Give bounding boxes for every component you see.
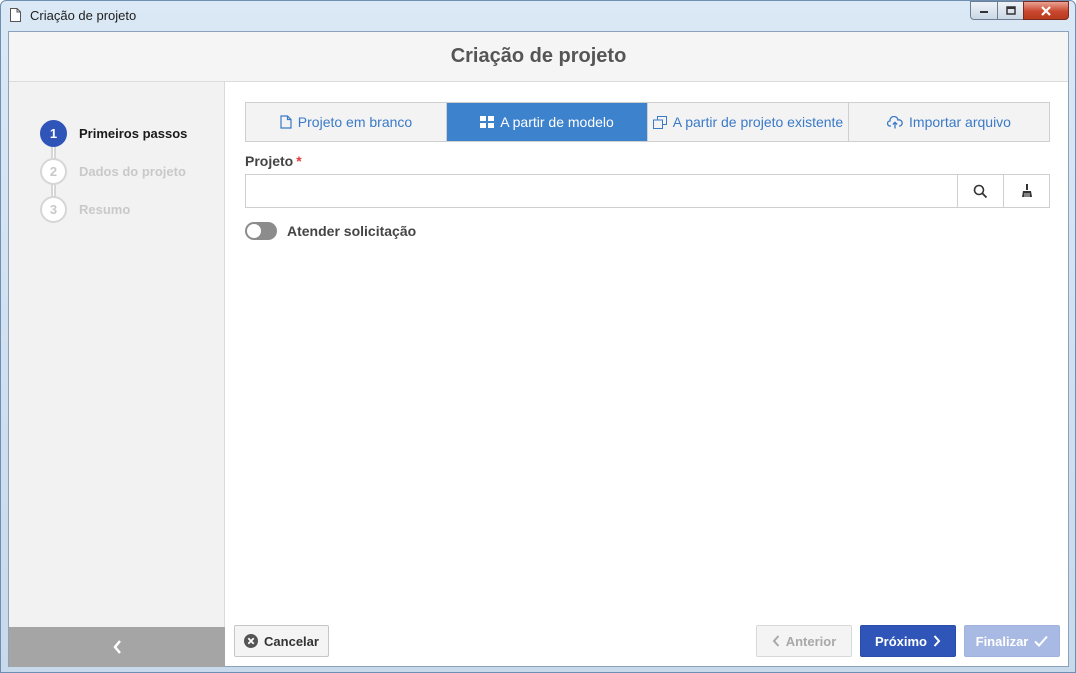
atender-solicitacao-toggle[interactable] [245,222,277,240]
project-field-label: Projeto * [245,153,1050,169]
tab-label: A partir de modelo [500,114,614,130]
document-icon [280,115,292,129]
close-button[interactable] [1023,1,1069,20]
toggle-label: Atender solicitação [287,223,417,239]
search-project-button[interactable] [957,175,1003,207]
step-dados-do-projeto[interactable]: 2 Dados do projeto [40,152,187,190]
next-label: Próximo [874,633,927,649]
wizard-steps: 1 Primeiros passos 2 Dados do projeto 3 … [40,114,187,228]
main-panel: Projeto em branco A partir de modelo A p… [245,102,1050,240]
step-label: Dados do projeto [79,163,186,179]
tab-label: Projeto em branco [297,114,413,130]
step-primeiros-passos[interactable]: 1 Primeiros passos [40,114,187,152]
tab-importar-arquivo[interactable]: Importar arquivo [849,103,1049,141]
search-icon [973,184,988,198]
next-button[interactable]: Próximo [860,625,956,657]
step-connector [51,183,56,197]
step-number: 1 [40,119,67,147]
step-label: Resumo [79,201,131,217]
cancel-label: Cancelar [264,633,319,649]
title-bar[interactable]: Criação de projeto [1,1,1075,31]
tab-projeto-em-branco[interactable]: Projeto em branco [246,103,447,141]
maximize-icon [1005,6,1016,15]
copy-icon [652,115,667,129]
chevron-left-icon [772,635,779,647]
cancel-icon [244,634,259,648]
window-title: Criação de projeto [30,8,137,23]
tab-a-partir-de-modelo[interactable]: A partir de modelo [447,103,648,141]
minimize-icon [980,10,988,13]
chevron-right-icon [933,635,941,647]
dialog-header: Criação de projeto [9,32,1068,82]
project-label-text: Projeto [245,153,294,169]
dialog-content: Criação de projeto 1 Primeiros passos 2 … [8,31,1069,667]
chevron-left-icon [113,640,121,654]
previous-label: Anterior [785,633,837,649]
step-resumo[interactable]: 3 Resumo [40,190,187,228]
step-connector [51,145,56,159]
atender-solicitacao-row: Atender solicitação [245,222,1050,240]
previous-button[interactable]: Anterior [756,625,852,657]
grid-icon [480,116,495,128]
minimize-button[interactable] [970,1,997,20]
toggle-knob [247,224,261,238]
project-input[interactable] [246,175,957,207]
collapse-sidebar-button[interactable] [9,627,225,667]
required-mark: * [296,153,302,169]
clear-project-button[interactable] [1003,175,1049,207]
step-number: 2 [40,157,67,185]
tab-label: Importar arquivo [909,114,1011,130]
dialog-window: Criação de projeto Criação de projeto 1 … [0,0,1076,673]
finish-label: Finalizar [975,633,1029,649]
cloud-upload-icon [887,115,903,128]
project-field [245,174,1050,208]
tab-label: A partir de projeto existente [672,114,844,130]
finish-button[interactable]: Finalizar [964,625,1060,657]
page-title: Criação de projeto [450,45,627,67]
tab-a-partir-de-projeto-existente[interactable]: A partir de projeto existente [648,103,849,141]
step-number: 3 [40,195,67,223]
cancel-button[interactable]: Cancelar [234,625,329,657]
wizard-sidebar: 1 Primeiros passos 2 Dados do projeto 3 … [9,82,225,667]
check-icon [1034,635,1049,647]
maximize-button[interactable] [997,1,1023,20]
document-icon [10,8,21,22]
creation-mode-tabs: Projeto em branco A partir de modelo A p… [245,102,1050,142]
step-label: Primeiros passos [79,125,188,141]
close-icon [1041,5,1051,16]
broom-icon [1021,184,1032,197]
